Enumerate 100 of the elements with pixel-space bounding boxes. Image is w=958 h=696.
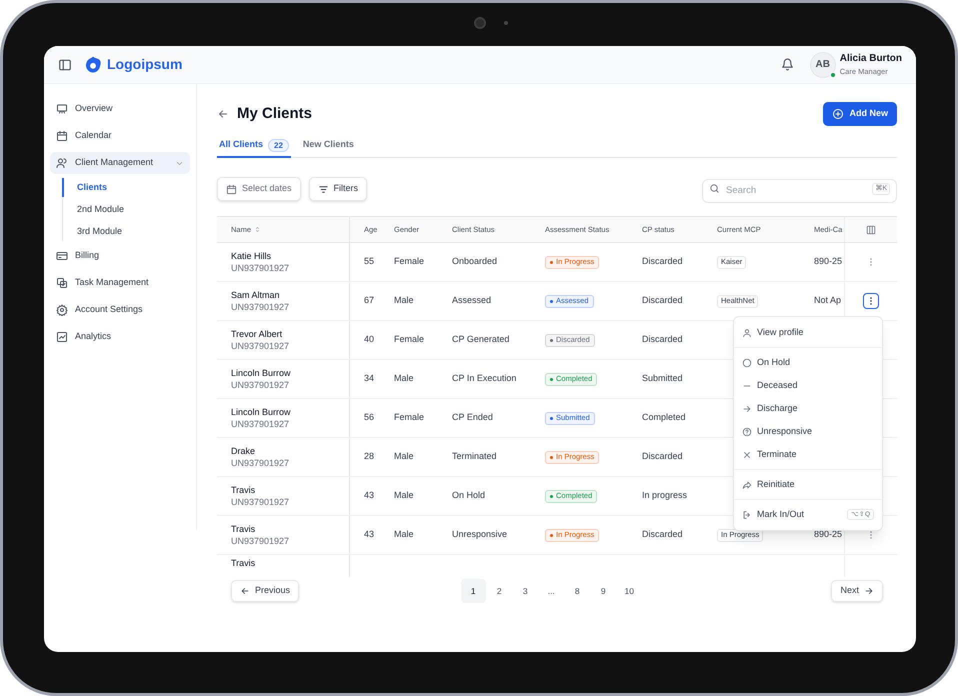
table-cell-text: Completed — [642, 411, 686, 424]
client-id: UN937901927 — [231, 496, 290, 508]
plus-circle-icon — [832, 108, 844, 120]
table-cell-text: Submitted — [642, 372, 683, 386]
table-cell-text: Male — [394, 372, 414, 386]
table-cell-text: 28 — [364, 450, 374, 464]
menu-item[interactable]: Deceased — [734, 374, 882, 397]
table-cell-text: 56 — [364, 411, 374, 424]
help-circle-icon — [742, 426, 752, 436]
menu-item[interactable]: Discharge — [734, 397, 882, 420]
client-id: UN937901927 — [231, 418, 290, 430]
users-icon — [56, 157, 68, 169]
table-cell-text: In progress — [642, 489, 688, 502]
page-button[interactable]: ... — [538, 579, 564, 603]
bell-icon[interactable] — [780, 58, 794, 71]
sidebar-item[interactable]: Analytics — [50, 326, 190, 348]
client-id: UN937901927 — [231, 301, 290, 313]
filters-button[interactable]: Filters — [308, 177, 368, 201]
table-cell-text: Male — [394, 450, 414, 464]
client-name: Katie Hills — [231, 250, 272, 262]
page-button[interactable]: 1 — [460, 579, 486, 603]
logo-text: Logoipsum — [107, 55, 182, 74]
sidebar-toggle-icon[interactable] — [58, 58, 72, 72]
menu-item[interactable]: Reinitiate — [734, 473, 882, 496]
page-title: My Clients — [237, 104, 312, 124]
table-cell-text: 890-25 — [814, 528, 842, 542]
circle-icon — [742, 358, 752, 368]
sidebar-item[interactable]: Overview — [50, 98, 190, 120]
table-cell-text: Female — [394, 411, 424, 424]
client-name: Travis — [231, 523, 256, 535]
table-cell-text: 890-25 — [814, 255, 842, 268]
table-cell-text: Female — [394, 255, 424, 268]
table-cell-text: Unresponsive — [452, 528, 508, 542]
table-cell-text: 43 — [364, 528, 374, 542]
client-id: UN937901927 — [231, 379, 290, 391]
menu-item[interactable]: Terminate — [734, 443, 882, 466]
filter-icon — [318, 184, 329, 194]
table-cell-text: Female — [394, 333, 424, 346]
sidebar-subitem[interactable]: 3rd Module — [62, 222, 190, 241]
client-name: Travis — [231, 484, 256, 496]
sidebar-item[interactable]: Client Management — [50, 152, 190, 174]
next-button[interactable]: Next — [831, 580, 883, 602]
table-cell-text: Male — [394, 528, 414, 542]
add-new-button[interactable]: Add New — [823, 102, 897, 126]
previous-button[interactable]: Previous — [231, 580, 300, 602]
table-cell-text: Not Ap — [814, 294, 842, 308]
tab[interactable]: All Clients 22 — [217, 134, 291, 158]
page-button[interactable]: 3 — [512, 579, 538, 603]
table-cell-text: 55 — [364, 255, 374, 268]
table-cell-text: Discarded — [642, 450, 683, 464]
calendar-icon — [56, 130, 68, 142]
table-cell-text: CP Generated — [452, 333, 510, 346]
sidebar-item[interactable]: Account Settings — [50, 299, 190, 321]
table-cell-text: CP In Execution — [452, 372, 516, 386]
table-cell-text: Terminated — [452, 450, 497, 464]
table-cell-text: Onboarded — [452, 255, 498, 268]
settings-icon — [56, 304, 68, 316]
page-button[interactable]: 8 — [564, 579, 590, 603]
table-cell-text: CP Ended — [452, 411, 493, 424]
client-name: Lincoln Burrow — [231, 367, 292, 379]
columns-icon[interactable] — [866, 224, 876, 234]
sidebar-item[interactable]: Calendar — [50, 125, 190, 147]
menu-item[interactable]: View profile — [734, 321, 882, 344]
table-cell-text: 43 — [364, 489, 374, 502]
more-button[interactable] — [863, 293, 879, 309]
sensor-icon — [504, 21, 508, 25]
select-dates-button[interactable]: Select dates — [217, 177, 301, 201]
exit-icon — [742, 510, 752, 520]
client-id: UN937901927 — [231, 535, 290, 547]
table-cell-text: Assessed — [452, 294, 492, 308]
client-name: Travis — [231, 557, 256, 570]
card-icon — [56, 250, 68, 262]
page-button[interactable]: 2 — [486, 579, 512, 603]
page-button[interactable]: 10 — [616, 579, 642, 603]
table-cell-text: 34 — [364, 372, 374, 386]
table-cell-text: On Hold — [452, 489, 486, 502]
sidebar-subitem[interactable]: Clients — [62, 178, 190, 197]
menu-item[interactable]: On Hold — [734, 351, 882, 374]
table-cell-text: 67 — [364, 294, 374, 308]
table-cell-text: 40 — [364, 333, 374, 346]
client-name: Drake — [231, 445, 256, 457]
arrow-right-icon — [742, 404, 752, 414]
arrow-left-icon — [240, 586, 250, 596]
logo-icon — [83, 54, 103, 74]
menu-item[interactable]: Unresponsive — [734, 420, 882, 443]
sidebar-item[interactable]: Task Management — [50, 272, 190, 294]
table-cell-text: Discarded — [642, 294, 683, 308]
tab[interactable]: New Clients — [300, 134, 356, 158]
sidebar-item[interactable]: Billing — [50, 245, 190, 267]
table-cell-text: Male — [394, 294, 414, 308]
back-arrow-icon[interactable] — [217, 108, 229, 120]
page-button[interactable]: 9 — [590, 579, 616, 603]
table-cell-text: Male — [394, 489, 414, 502]
client-name: Trevor Albert — [231, 328, 284, 340]
chart-icon — [56, 331, 68, 343]
client-id: UN937901927 — [231, 340, 290, 352]
table-cell-text: Discarded — [642, 528, 683, 542]
arrow-right-icon — [864, 586, 874, 596]
avatar[interactable]: AB — [810, 52, 836, 78]
sidebar-subitem[interactable]: 2nd Module — [62, 200, 190, 219]
